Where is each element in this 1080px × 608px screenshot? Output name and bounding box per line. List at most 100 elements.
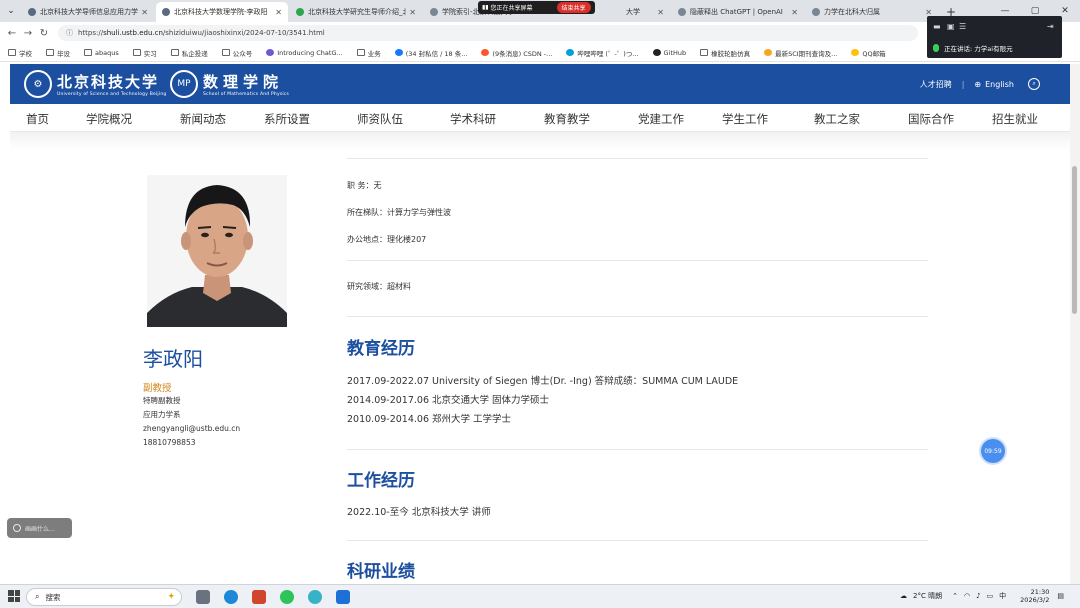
- tab-favicon: [162, 8, 170, 16]
- bookmark-item[interactable]: abaqus: [84, 49, 119, 57]
- nav-students[interactable]: 学生工作: [722, 111, 768, 127]
- tray-expand-icon[interactable]: ⌃: [952, 592, 958, 600]
- speaking-label: 正在讲话:: [944, 45, 973, 53]
- nav-home[interactable]: 首页: [26, 111, 49, 127]
- folder-icon: [170, 49, 179, 56]
- ime-indicator[interactable]: 中: [999, 591, 1006, 601]
- back-icon[interactable]: ←: [4, 28, 20, 39]
- bookmark-item[interactable]: 业务: [356, 48, 381, 58]
- bookmark-label: 实习: [143, 49, 157, 58]
- nav-staff[interactable]: 教工之家: [814, 111, 860, 127]
- browser-tab[interactable]: 北京科技大学研究生导师介绍_北京 ✕: [290, 2, 422, 22]
- meeting-floating-panel[interactable]: ▬ ▣ ☰ ⇥ 正在讲话: 力学ai有限元: [927, 16, 1062, 58]
- nav-party[interactable]: 党建工作: [638, 111, 684, 127]
- bookmark-label: 橡胶轮胎仿真: [711, 49, 751, 58]
- bookmark-item[interactable]: GitHub: [652, 49, 686, 57]
- tab-favicon: [430, 8, 438, 16]
- csdn-icon: [481, 49, 490, 56]
- bookmark-item[interactable]: 私企投递: [170, 48, 208, 58]
- forward-icon[interactable]: →: [20, 28, 36, 39]
- bookmark-label: 哔哩哔哩 (゜-゜)つ...: [577, 49, 639, 58]
- bilibili-icon: [566, 49, 575, 56]
- taskbar-clock[interactable]: 21:30 2026/3/2: [1020, 588, 1049, 604]
- meeting-grid-icon[interactable]: ▣: [947, 22, 955, 31]
- meeting-window-icon[interactable]: ▬: [933, 22, 941, 31]
- start-icon[interactable]: [8, 590, 20, 602]
- profile-email[interactable]: zhengyangli@ustb.edu.cn: [143, 424, 240, 433]
- edge-icon[interactable]: [224, 590, 238, 604]
- nav-international[interactable]: 国际合作: [908, 111, 954, 127]
- school-logo[interactable]: MP 数理学院 School of Mathematics And Physic…: [170, 70, 289, 98]
- copilot-sparkle-icon: ✦: [167, 592, 175, 602]
- bookmark-item[interactable]: QQ邮箱: [851, 48, 886, 58]
- university-name-en: University of Science and Technology Bei…: [57, 92, 167, 97]
- wechat-icon[interactable]: [280, 590, 294, 604]
- bookmark-item[interactable]: 最新SCI期刊查询及...: [764, 48, 837, 58]
- nav-admissions[interactable]: 招生就业: [992, 111, 1038, 127]
- bookmark-item[interactable]: 学校: [8, 48, 32, 58]
- site-info-icon[interactable]: ⓘ: [66, 28, 73, 38]
- school-name-cn: 数理学院: [203, 73, 284, 91]
- battery-icon[interactable]: ▭: [987, 592, 994, 600]
- university-logo[interactable]: ⚙ 北京科技大学 University of Science and Techn…: [24, 70, 166, 98]
- address-bar-row: ← → ↻ ⓘ https://shuli.ustb.edu.cn/shizid…: [0, 22, 1080, 44]
- volume-icon[interactable]: ♪: [976, 592, 980, 600]
- close-tab-icon[interactable]: ✕: [657, 8, 664, 17]
- nav-education[interactable]: 教育教学: [544, 111, 590, 127]
- folder-icon: [8, 49, 16, 56]
- scrollbar-thumb[interactable]: [1072, 166, 1077, 314]
- tab-favicon: [296, 8, 304, 16]
- tencent-meeting-icon[interactable]: [336, 590, 350, 604]
- bookmark-item[interactable]: 橡胶轮胎仿真: [700, 48, 750, 58]
- browser-tab[interactable]: 力学在北科大归属 ✕: [806, 2, 938, 22]
- english-link[interactable]: English: [985, 80, 1014, 89]
- browser-tab[interactable]: 北京科技大学导师信息应用力学系 ✕: [22, 2, 154, 22]
- stop-share-button[interactable]: 结束共享: [556, 2, 591, 13]
- reload-icon[interactable]: ↻: [36, 28, 52, 39]
- browser-tab-active[interactable]: 北京科技大学数理学院-李政阳 ✕: [156, 2, 288, 22]
- close-tab-icon[interactable]: ✕: [275, 8, 282, 17]
- nav-departments[interactable]: 系所设置: [264, 111, 310, 127]
- draw-hint-text: 画画什么...: [25, 525, 55, 533]
- close-tab-icon[interactable]: ✕: [141, 8, 148, 17]
- draw-hint-bar[interactable]: 画画什么...: [7, 518, 72, 538]
- url-host: shuli.ustb.edu.cn: [103, 29, 163, 37]
- page-scrollbar[interactable]: [1070, 64, 1080, 584]
- github-icon: [652, 49, 661, 56]
- taskbar-search[interactable]: ⌕ 搜索 ✦: [26, 588, 182, 606]
- main-navigation: 首页 学院概况 新闻动态 系所设置 师资队伍 学术科研 教育教学 党建工作 学生…: [10, 104, 1070, 132]
- header-links: 人才招聘 | ⊕ English ⌕: [920, 78, 1040, 90]
- task-view-icon[interactable]: [196, 590, 210, 604]
- zhihu-icon: [394, 49, 403, 56]
- meeting-list-icon[interactable]: ☰: [959, 22, 966, 31]
- nav-about[interactable]: 学院概况: [86, 111, 132, 127]
- tab-favicon: [678, 8, 686, 16]
- bookmark-item[interactable]: 实习: [132, 48, 157, 58]
- nav-faculty[interactable]: 师资队伍: [357, 111, 403, 127]
- bookmark-item[interactable]: Introducing ChatG...: [266, 49, 343, 57]
- meeting-expand-icon[interactable]: ⇥: [1047, 22, 1054, 31]
- bookmark-item[interactable]: (9条消息) CSDN -...: [481, 48, 552, 58]
- powerpoint-icon[interactable]: [252, 590, 266, 604]
- bookmark-item[interactable]: 公众号: [221, 48, 252, 58]
- bookmark-item[interactable]: 哔哩哔哩 (゜-゜)つ...: [566, 48, 639, 58]
- education-item: 2010.09-2014.06 郑州大学 工学学士: [347, 414, 512, 425]
- url-field[interactable]: ⓘ https://shuli.ustb.edu.cn/shiziduiwu/j…: [58, 25, 918, 41]
- bookmark-item[interactable]: 毕设: [46, 48, 70, 58]
- weather-text[interactable]: 2°C 晴朗: [913, 591, 942, 601]
- recruitment-link[interactable]: 人才招聘: [920, 79, 952, 90]
- bookmark-item[interactable]: (34 封私信 / 18 条...: [394, 48, 467, 58]
- search-icon[interactable]: ⌕: [1028, 78, 1040, 90]
- notification-icon[interactable]: ▤: [1057, 592, 1064, 600]
- meeting-timer[interactable]: 09:59: [981, 439, 1005, 463]
- close-tab-icon[interactable]: ✕: [409, 8, 416, 17]
- app-icon[interactable]: [308, 590, 322, 604]
- university-seal-icon: ⚙: [24, 70, 52, 98]
- nav-research[interactable]: 学术科研: [450, 111, 496, 127]
- tab-search-icon[interactable]: ⌄: [0, 0, 22, 22]
- nav-news[interactable]: 新闻动态: [180, 111, 226, 127]
- close-tab-icon[interactable]: ✕: [791, 8, 798, 17]
- field-team: 所在梯队：计算力学与弹性波: [347, 208, 451, 217]
- wifi-icon[interactable]: ◠: [964, 592, 970, 600]
- browser-tab[interactable]: 隐蔽释出 ChatGPT | OpenAI ✕: [672, 2, 804, 22]
